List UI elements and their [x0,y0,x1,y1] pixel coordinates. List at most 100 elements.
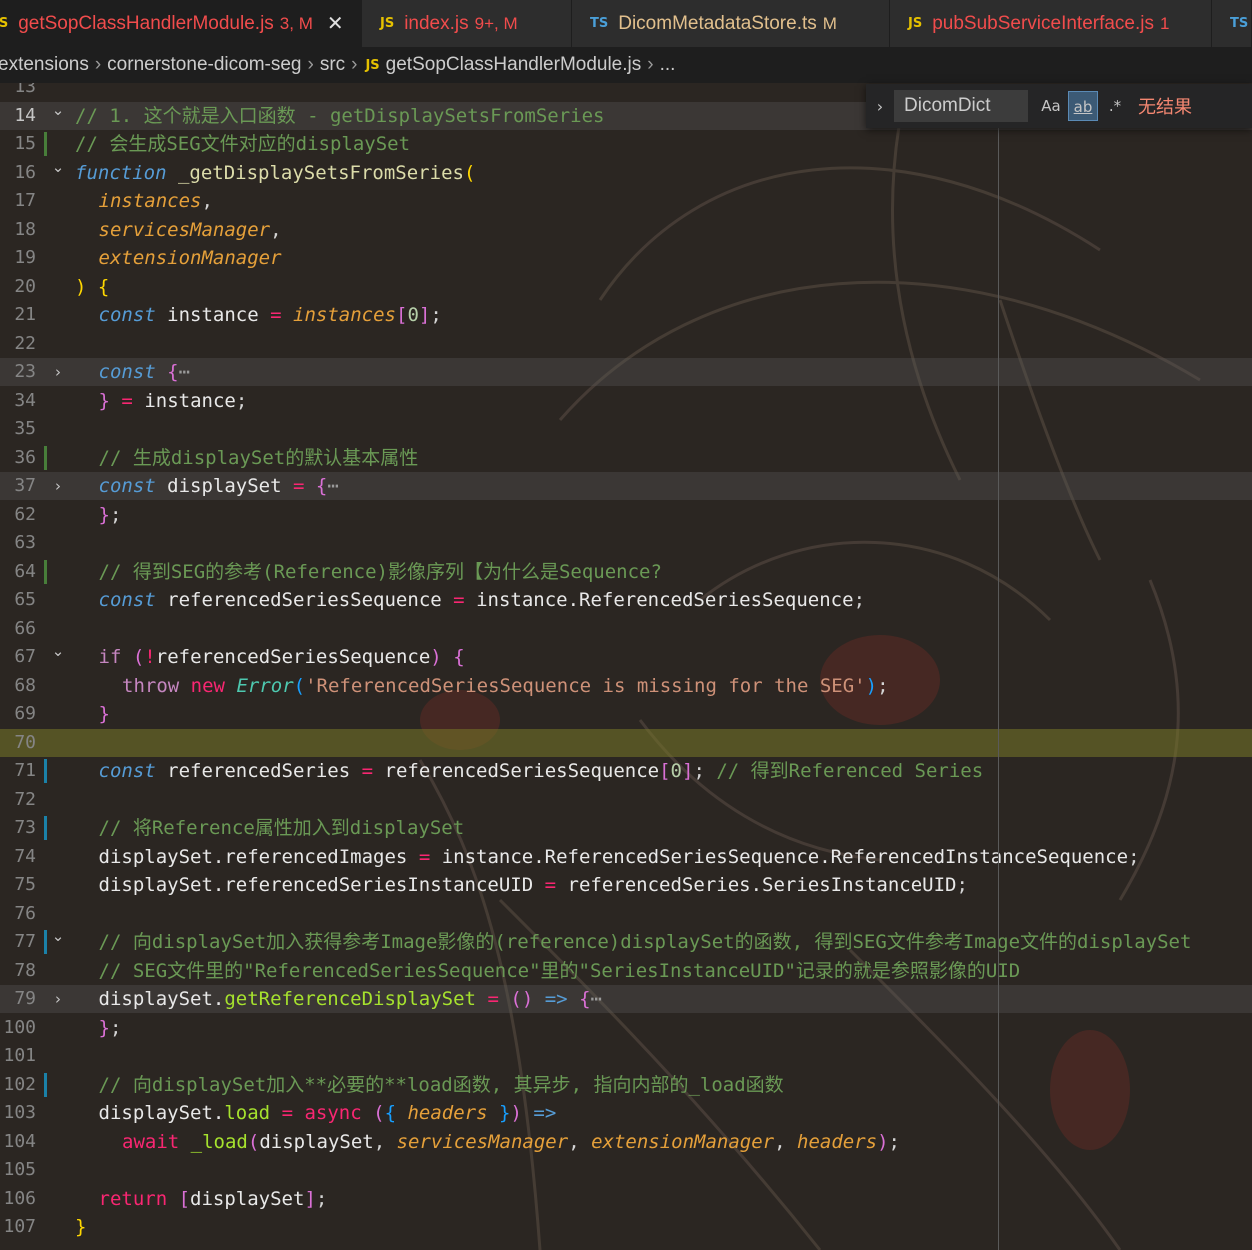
tab-4[interactable]: TS [1212,0,1252,47]
find-result-status: 无结果 [1138,97,1192,117]
code-line[interactable]: 102 // 向displaySet加入**必要的**load函数, 其异步, 指… [0,1071,1252,1099]
tab-1[interactable]: JS index.js 9+, M [362,0,572,47]
code-token: return [98,1187,168,1210]
code-token: await [122,1130,180,1153]
code-token: referencedSeriesSequence [155,646,431,668]
chevron-down-icon[interactable]: ⌄ [48,637,68,665]
code-line[interactable]: 79 › displaySet.getReferenceDisplaySet = (… [0,985,1252,1013]
code-token: const [98,760,156,782]
code-editor[interactable]: 13 14 ⌄ // 1. 这个就是入口函数 - getDisplaySetsFrom… [0,83,1252,1250]
code-line[interactable]: 19 extensionManager [0,244,1252,272]
code-line[interactable]: 100}; [0,1014,1252,1042]
whole-word-toggle[interactable]: ab [1068,91,1098,121]
code-token: throw [122,674,180,697]
code-line[interactable]: 106 return [displaySet]; [0,1185,1252,1213]
code-line[interactable]: 104 await _load(displaySet, servicesManag… [0,1128,1252,1156]
code-line[interactable]: 73 // 将Reference属性加入到displaySet [0,814,1252,842]
code-token: } [499,1102,511,1124]
code-text: } [75,700,110,728]
code-line[interactable]: 68 throw new Error('ReferencedSeriesSeque… [0,672,1252,700]
code-line[interactable]: 78 // SEG文件里的"ReferencedSeriesSequence"里的… [0,957,1252,985]
code-token: servicesManager [98,218,271,241]
tab-3[interactable]: JS pubSubServiceInterface.js 1 [890,0,1212,47]
chevron-right-icon[interactable]: › [48,472,68,500]
code-line[interactable]: 71 const referencedSeries = referencedSer… [0,757,1252,785]
code-line[interactable]: 35 [0,415,1252,443]
breadcrumb-item[interactable]: cornerstone-dicom-seg [107,54,301,76]
code-line[interactable]: 77 ⌄// 向displaySet加入获得参考Image影像的(referenc… [0,927,1252,956]
code-text: // 会生成SEG文件对应的displaySet [75,130,410,158]
find-input[interactable]: DicomDict [894,90,1028,122]
code-line[interactable]: 103 displaySet.load = async ({ headers })… [0,1099,1252,1127]
close-icon[interactable]: ✕ [327,11,344,36]
code-text: // SEG文件里的"ReferencedSeriesSequence"里的"S… [75,957,1021,985]
tab-0[interactable]: JS getSopClassHandlerModule.js3, M ✕ [0,0,362,47]
code-token: , [373,1130,397,1153]
breadcrumb-file[interactable]: getSopClassHandlerModule.js [386,54,642,76]
code-line[interactable]: 37 › const displaySet = {⋯ [0,472,1252,500]
chevron-right-icon: › [307,54,314,75]
code-line[interactable]: 63 [0,529,1252,557]
code-line[interactable]: 15 // 会生成SEG文件对应的displaySet [0,130,1252,158]
breadcrumb-symbol[interactable]: ... [660,54,676,76]
code-line[interactable]: 67 ⌄ if (!referencedSeriesSequence) { [0,642,1252,671]
line-number: 79 [14,988,36,1009]
code-line[interactable]: 23 › const {⋯ [0,358,1252,386]
chevron-right-icon: › [351,54,358,75]
code-line[interactable]: 66 [0,615,1252,643]
code-line[interactable]: 72 [0,786,1252,814]
chevron-down-icon[interactable]: ⌄ [48,96,68,124]
line-number: 75 [14,874,36,895]
code-token: headers [407,1102,488,1124]
code-line[interactable]: 101 [0,1042,1252,1070]
code-line[interactable]: 36 // 生成displaySet的默认基本属性 [0,444,1252,472]
code-line[interactable]: 65 const referencedSeriesSequence = insta… [0,586,1252,614]
code-line[interactable]: 69} [0,700,1252,728]
line-number: 14 [14,104,36,126]
code-line[interactable]: 70 [0,728,1252,757]
code-line[interactable]: 107} [0,1213,1252,1241]
code-token: ) [430,646,442,668]
tab-2[interactable]: TS DicomMetadataStore.ts M [572,0,890,47]
gutter-modified-marker [44,759,47,783]
code-line[interactable]: 22 [0,330,1252,358]
code-line[interactable]: 64 // 得到SEG的参考(Reference)影像序列【为什么是Sequenc… [0,558,1252,586]
code-line[interactable]: 62}; [0,501,1252,529]
code-token: => [544,988,568,1010]
chevron-right-icon[interactable]: › [48,358,68,386]
code-token: } [98,703,110,725]
breadcrumb-item[interactable]: extensions [0,54,89,76]
typescript-file-icon: TS [1230,16,1249,31]
code-line[interactable]: 105 [0,1156,1252,1184]
breadcrumb-item[interactable]: src [320,54,345,76]
chevron-down-icon[interactable]: ⌄ [48,922,68,950]
code-text: const instance = instances[0]; [75,301,442,329]
chevron-down-icon[interactable]: ⌄ [48,153,68,181]
code-line[interactable]: 20) { [0,273,1252,301]
code-line[interactable]: 76 [0,900,1252,928]
chevron-right-icon[interactable]: › [48,985,68,1013]
code-line[interactable]: 18 servicesManager, [0,216,1252,244]
match-case-toggle[interactable]: Aa [1036,91,1066,121]
code-token: instances [293,304,396,326]
code-line[interactable]: 75 displaySet.referencedSeriesInstanceUID… [0,871,1252,899]
code-line[interactable]: 17 instances, [0,187,1252,215]
code-line[interactable]: 21 const instance = instances[0]; [0,301,1252,329]
code-token: ) [865,674,878,697]
code-token: 0 [670,760,682,782]
code-text: }; [75,1014,122,1042]
code-token: // 1. 这个就是入口函数 - getDisplaySetsFromSerie… [75,104,605,127]
code-line[interactable]: 34} = instance; [0,387,1252,415]
code-line[interactable]: 74 displaySet.referencedImages = instance… [0,843,1252,871]
code-text: instances, [75,187,213,215]
regex-toggle[interactable]: .* [1100,91,1130,121]
code-line[interactable]: 16 ⌄ function _getDisplaySetsFromSeries( [0,158,1252,187]
chevron-right-icon[interactable]: › [866,97,894,116]
